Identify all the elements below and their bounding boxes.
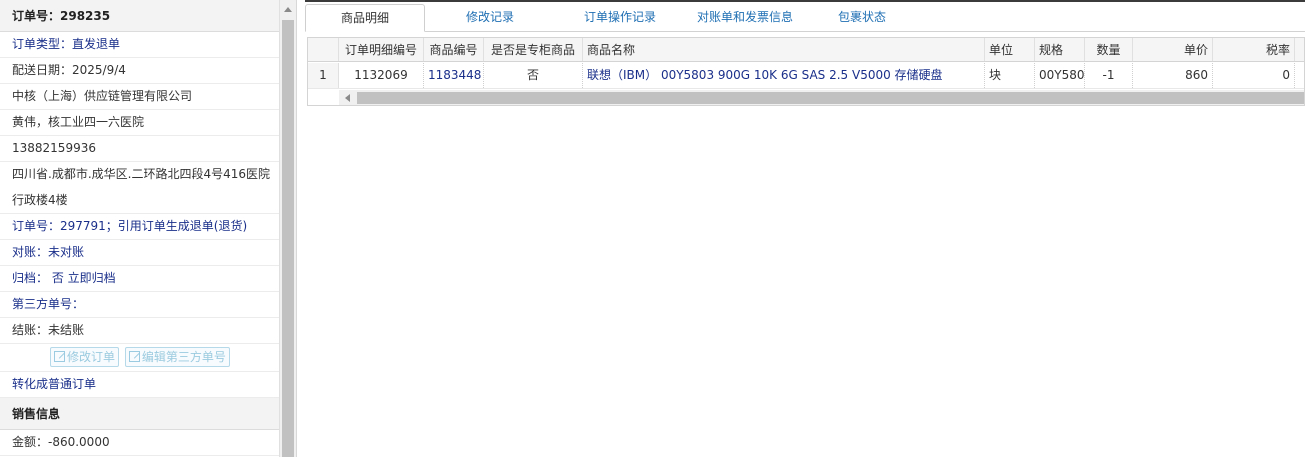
cell-unit-price: 860 [1133, 63, 1213, 88]
cell-spec: 00Y5803 [1035, 63, 1085, 88]
address-line-2: 行政楼4楼 [0, 188, 279, 214]
edit-order-label: 修改订单 [67, 350, 116, 364]
tab-package-status[interactable]: 包裹状态 [825, 4, 899, 32]
edit-third-party-label: 编辑第三方单号 [141, 350, 226, 364]
order-info-list: 订单号：298235 订单类型：直发退单 配送日期：2025/9/4 中核（上海… [0, 0, 279, 457]
detail-panel: 商品明细 修改记录 订单操作记录 对账单和发票信息 包裹状态 订单明细编号 商品… [305, 0, 1305, 457]
table-header: 订单明细编号 商品编号 是否是专柜商品 商品名称 单位 规格 数量 单价 税率 [308, 38, 1304, 62]
company-name: 中核（上海）供应链管理有限公司 [0, 84, 279, 110]
phone-number: 13882159936 [0, 136, 279, 162]
col-index [308, 38, 339, 61]
reconcile-status: 对账：未对账 [0, 240, 279, 266]
product-detail-table: 订单明细编号 商品编号 是否是专柜商品 商品名称 单位 规格 数量 单价 税率 … [307, 37, 1305, 106]
cell-product-no-link[interactable]: 1183448 [424, 63, 484, 88]
cell-is-counter: 否 [484, 63, 583, 88]
col-spec[interactable]: 规格 [1035, 38, 1085, 61]
convert-to-normal-order-link[interactable]: 转化成普通订单 [0, 372, 279, 398]
col-tax-rate[interactable]: 税率 [1213, 38, 1295, 61]
cell-detail-no: 1132069 [339, 63, 424, 88]
contact-info: 黄伟，核工业四一六医院 [0, 110, 279, 136]
cell-quantity: -1 [1085, 63, 1133, 88]
sales-info-header: 销售信息 [0, 398, 279, 430]
col-detail-no[interactable]: 订单明细编号 [339, 38, 424, 61]
third-party-number: 第三方单号： [0, 292, 279, 318]
cell-product-name-link[interactable]: 联想（IBM） 00Y5803 900G 10K 6G SAS 2.5 V500… [583, 63, 985, 88]
tab-product-details[interactable]: 商品明细 [305, 4, 425, 32]
scrollbar-thumb[interactable] [357, 92, 1304, 104]
edit-order-button[interactable]: 修改订单 [50, 347, 120, 367]
cell-unit: 块 [985, 63, 1035, 88]
scrollbar-thumb[interactable] [282, 20, 294, 457]
arrow-up-icon[interactable] [284, 7, 292, 12]
tab-modify-records[interactable]: 修改记录 [445, 4, 535, 32]
order-type: 订单类型：直发退单 [0, 32, 279, 58]
table-row[interactable]: 1 1132069 1183448 否 联想（IBM） 00Y5803 900G… [308, 63, 1304, 89]
settlement-status: 结账：未结账 [0, 318, 279, 344]
col-is-counter[interactable]: 是否是专柜商品 [484, 38, 583, 61]
order-info-panel: 订单号：298235 订单类型：直发退单 配送日期：2025/9/4 中核（上海… [0, 0, 297, 457]
address-line-1: 四川省.成都市.成华区.二环路北四段4号416医院 [12, 167, 270, 181]
delivery-date: 配送日期：2025/9/4 [0, 58, 279, 84]
action-buttons: 修改订单 编辑第三方单号 [0, 344, 279, 372]
pencil-edit-icon [128, 351, 140, 362]
reference-order[interactable]: 订单号：297791；引用订单生成退单(退货) [0, 214, 279, 240]
left-vertical-scrollbar[interactable] [279, 0, 296, 457]
order-number-header: 订单号：298235 [0, 0, 279, 32]
archive-status[interactable]: 归档： 否 立即归档 [0, 266, 279, 292]
row-index: 1 [308, 63, 339, 88]
tab-statement-invoice[interactable]: 对账单和发票信息 [685, 4, 805, 32]
tab-order-operation-records[interactable]: 订单操作记录 [565, 4, 675, 32]
col-product-no[interactable]: 商品编号 [424, 38, 484, 61]
table-horizontal-scrollbar[interactable] [339, 90, 1304, 105]
arrow-left-icon[interactable] [345, 94, 350, 102]
col-unit[interactable]: 单位 [985, 38, 1035, 61]
pencil-edit-icon [54, 351, 65, 362]
amount: 金额：-860.0000 [0, 430, 279, 456]
col-unit-price[interactable]: 单价 [1133, 38, 1213, 61]
edit-third-party-button[interactable]: 编辑第三方单号 [124, 347, 230, 367]
col-product-name[interactable]: 商品名称 [583, 38, 985, 61]
col-quantity[interactable]: 数量 [1085, 38, 1133, 61]
tab-bar: 商品明细 修改记录 订单操作记录 对账单和发票信息 包裹状态 [305, 4, 1305, 32]
cell-tax-rate: 0 [1213, 63, 1295, 88]
